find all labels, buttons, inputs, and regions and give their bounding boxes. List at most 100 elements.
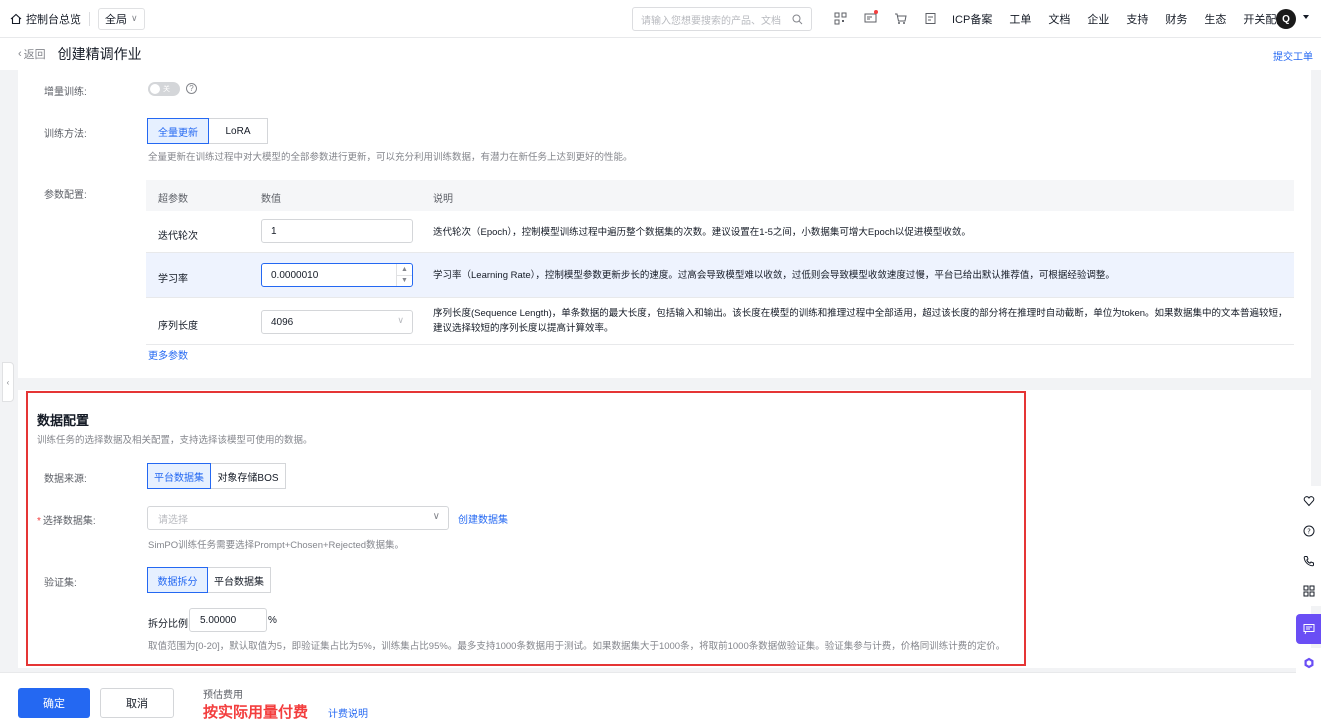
nav-link-ecosystem[interactable]: 生态 xyxy=(1204,11,1226,27)
favorite-icon[interactable] xyxy=(1296,486,1321,516)
cancel-button[interactable]: 取消 xyxy=(100,688,174,718)
divider xyxy=(89,11,90,26)
param-name-lr: 学习率 xyxy=(158,274,188,285)
more-params-link[interactable]: 更多参数 xyxy=(148,347,188,362)
dataset-select[interactable]: 请选择 ∨ xyxy=(147,506,449,530)
question-icon[interactable]: ? xyxy=(1296,516,1321,546)
phone-icon[interactable] xyxy=(1296,546,1321,576)
section-subtitle: 训练任务的选择数据及相关配置，支持选择该模型可使用的数据。 xyxy=(37,435,313,446)
toggle-state: 关 xyxy=(163,86,170,93)
toggle-knob xyxy=(150,84,160,94)
method-full-update[interactable]: 全量更新 xyxy=(147,118,209,144)
page-header: ‹ 返回 创建精调作业 提交工单 xyxy=(0,38,1321,70)
sidebar-collapse-handle[interactable]: ‹ xyxy=(2,362,14,402)
chevron-down-icon: ∨ xyxy=(131,13,138,23)
incremental-training-label: 增量训练: xyxy=(44,87,87,98)
method-lora[interactable]: LoRA xyxy=(209,118,268,144)
split-ratio-hint: 取值范围为[0-20]，默认取值为5，即验证集占比为5%，训练集占比95%。最多… xyxy=(148,641,1006,652)
training-method-hint: 全量更新在训练过程中对大模型的全部参数进行更新，可以充分利用训练数据，有潜力在新… xyxy=(148,152,633,163)
nav-link-ticket[interactable]: 工单 xyxy=(1009,11,1031,27)
global-search-input[interactable]: 请输入您想要搜索的产品、文档 xyxy=(632,7,812,31)
sequence-length-select[interactable]: 4096 ∨ xyxy=(261,310,413,334)
col-header-param: 超参数 xyxy=(158,194,188,205)
dataset-placeholder: 请选择 xyxy=(158,514,188,526)
console-home-label: 控制台总览 xyxy=(26,13,81,26)
cost-value: 按实际用量付费 xyxy=(203,704,309,721)
param-name-epoch: 迭代轮次 xyxy=(158,231,198,242)
notification-dot xyxy=(874,10,878,14)
search-icon xyxy=(792,14,803,24)
dataset-hint: SimPO训练任务需要选择Prompt+Chosen+Rejected数据集。 xyxy=(148,540,405,551)
svg-text:?: ? xyxy=(1307,528,1311,536)
param-config-label: 参数配置: xyxy=(44,190,87,201)
billing-info-link[interactable]: 计费说明 xyxy=(328,705,368,720)
table-row: 学习率 0.0000010 ▲ ▼ 学习率（Learning Rate），控制模… xyxy=(146,253,1294,298)
validation-platform-dataset[interactable]: 平台数据集 xyxy=(208,567,271,593)
chevron-down-icon[interactable]: ▼ xyxy=(397,274,412,287)
create-dataset-link[interactable]: 创建数据集 xyxy=(458,511,508,526)
training-config-card: 增量训练: 关 ? 训练方法: 全量更新 LoRA 全量更新在训练过程中对大模型… xyxy=(18,70,1311,378)
billing-icon[interactable] xyxy=(922,10,938,26)
stepper-controls: ▲ ▼ xyxy=(396,264,412,286)
required-mark: * xyxy=(37,516,41,527)
message-icon[interactable] xyxy=(862,10,878,26)
console-home-link[interactable]: 控制台总览 xyxy=(10,11,81,27)
validation-group: 数据拆分 平台数据集 xyxy=(147,567,271,593)
footer-bar: 确定 取消 预估费用 按实际用量付费 计费说明 xyxy=(0,672,1321,724)
nav-link-docs[interactable]: 文档 xyxy=(1048,11,1070,27)
training-method-group: 全量更新 LoRA xyxy=(147,118,268,144)
learning-rate-value: 0.0000010 xyxy=(271,269,319,281)
assistant-logo-icon[interactable] xyxy=(1296,648,1321,678)
page-title: 创建精调作业 xyxy=(57,46,142,62)
apps-grid-icon[interactable] xyxy=(1296,576,1321,606)
dataset-label: * 选择数据集: xyxy=(37,512,96,527)
epoch-value: 1 xyxy=(271,225,277,237)
chat-feedback-icon[interactable] xyxy=(1296,614,1321,644)
submit-ticket-link[interactable]: 提交工单 xyxy=(1273,48,1313,63)
param-desc-epoch: 迭代轮次（Epoch），控制模型训练过程中遍历整个数据集的次数。建议设置在1-5… xyxy=(433,227,971,238)
dataset-label-text: 选择数据集: xyxy=(42,516,96,527)
training-method-label: 训练方法: xyxy=(44,129,87,140)
split-ratio-value: 5.00000 xyxy=(200,614,237,626)
confirm-button[interactable]: 确定 xyxy=(18,688,90,718)
nav-link-support[interactable]: 支持 xyxy=(1126,11,1148,27)
col-header-value: 数值 xyxy=(261,194,281,205)
col-header-desc: 说明 xyxy=(433,194,453,205)
chevron-left-icon: ‹ xyxy=(18,48,22,60)
split-ratio-unit: % xyxy=(268,615,277,626)
source-platform-dataset[interactable]: 平台数据集 xyxy=(147,463,211,489)
caret-down-icon[interactable] xyxy=(1303,15,1309,19)
validation-split[interactable]: 数据拆分 xyxy=(147,567,208,593)
data-source-label: 数据来源: xyxy=(44,474,87,485)
validation-label: 验证集: xyxy=(44,578,77,589)
chevron-down-icon: ∨ xyxy=(432,511,440,522)
chevron-left-icon: ‹ xyxy=(6,377,10,387)
param-table-header: 超参数 数值 说明 xyxy=(146,180,1294,211)
incremental-training-toggle[interactable]: 关 xyxy=(148,82,180,96)
avatar[interactable]: Q xyxy=(1276,9,1296,29)
data-config-card: 数据配置 训练任务的选择数据及相关配置，支持选择该模型可使用的数据。 数据来源:… xyxy=(18,390,1311,668)
source-bos[interactable]: 对象存储BOS xyxy=(211,463,286,489)
help-icon[interactable]: ? xyxy=(186,83,197,94)
cost-label: 预估费用 xyxy=(203,690,243,701)
region-select[interactable]: 全局 ∨ xyxy=(98,7,145,30)
nav-link-enterprise[interactable]: 企业 xyxy=(1087,11,1109,27)
chevron-down-icon: ∨ xyxy=(397,315,404,325)
nav-link-icp[interactable]: ICP备案 xyxy=(952,11,992,27)
region-value: 全局 xyxy=(105,13,127,26)
param-desc-lr: 学习率（Learning Rate），控制模型参数更新步长的速度。过高会导致模型… xyxy=(433,270,1115,281)
split-ratio-input[interactable]: 5.00000 xyxy=(189,608,267,632)
nav-link-finance[interactable]: 财务 xyxy=(1165,11,1187,27)
chevron-up-icon[interactable]: ▲ xyxy=(397,264,412,275)
learning-rate-stepper[interactable]: 0.0000010 ▲ ▼ xyxy=(261,263,413,287)
param-table: 超参数 数值 说明 迭代轮次 1 迭代轮次（Epoch），控制模型训练过程中遍历… xyxy=(146,180,1294,345)
sequence-length-value: 4096 xyxy=(271,316,294,328)
table-row: 迭代轮次 1 迭代轮次（Epoch），控制模型训练过程中遍历整个数据集的次数。建… xyxy=(146,211,1294,253)
back-link[interactable]: ‹ 返回 xyxy=(18,46,46,62)
cart-icon[interactable] xyxy=(892,10,908,26)
home-icon xyxy=(10,13,22,24)
epoch-input[interactable]: 1 xyxy=(261,219,413,243)
top-navbar: 控制台总览 全局 ∨ 请输入您想要搜索的产品、文档 ICP备案 工单 文档 企业… xyxy=(0,0,1321,38)
qrcode-icon[interactable] xyxy=(832,10,848,26)
search-placeholder: 请输入您想要搜索的产品、文档 xyxy=(641,15,781,27)
